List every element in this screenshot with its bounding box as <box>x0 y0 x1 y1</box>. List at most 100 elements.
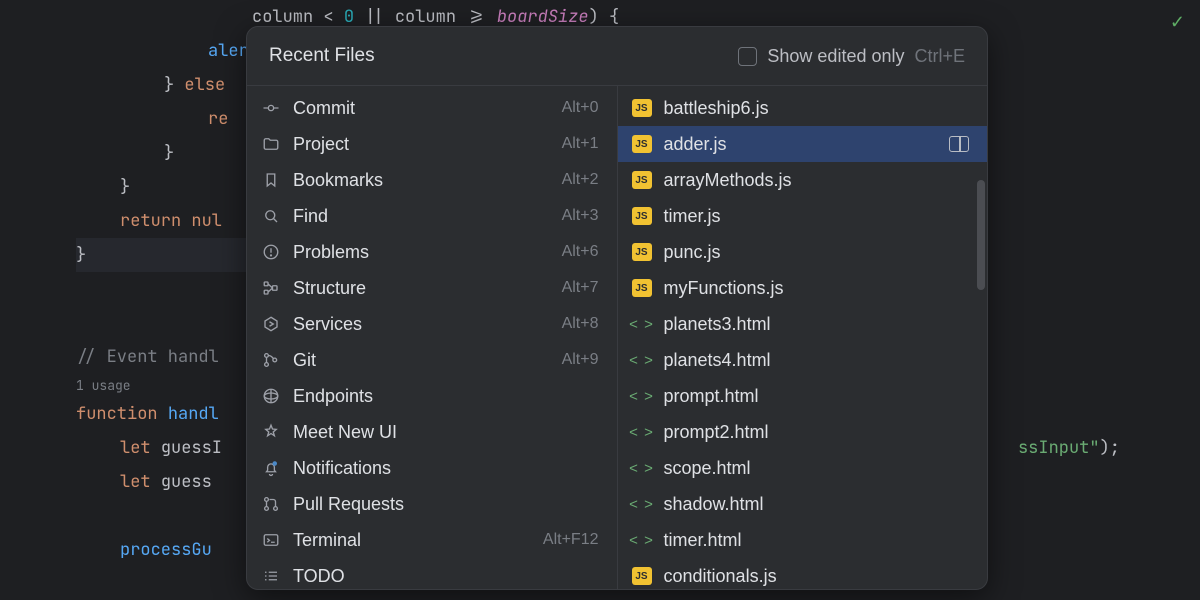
file-name: prompt.html <box>664 386 759 407</box>
file-item[interactable]: < > scope.html <box>618 450 988 486</box>
tool-item-newui[interactable]: Meet New UI <box>247 414 617 450</box>
tool-label: Structure <box>293 278 366 299</box>
todo-icon <box>261 566 281 586</box>
pullrequests-icon <box>261 494 281 514</box>
file-item[interactable]: < > planets3.html <box>618 306 988 342</box>
tool-label: Problems <box>293 242 369 263</box>
tool-label: Pull Requests <box>293 494 404 515</box>
html-file-icon: < > <box>632 314 652 334</box>
tool-label: Terminal <box>293 530 361 551</box>
tool-label: TODO <box>293 566 345 587</box>
find-icon <box>261 206 281 226</box>
show-edited-only-toggle[interactable]: Show edited only Ctrl+E <box>738 46 965 67</box>
file-item[interactable]: JS punc.js <box>618 234 988 270</box>
inspection-ok-icon: ✓ <box>1170 12 1185 33</box>
file-name: timer.js <box>664 206 721 227</box>
tool-item-git[interactable]: Git Alt+9 <box>247 342 617 378</box>
file-name: conditionals.js <box>664 566 777 587</box>
html-file-icon: < > <box>632 530 652 550</box>
project-icon <box>261 134 281 154</box>
html-file-icon: < > <box>632 458 652 478</box>
popup-header: Recent Files Show edited only Ctrl+E <box>247 27 987 85</box>
file-item[interactable]: < > timer.html <box>618 522 988 558</box>
tool-windows-pane[interactable]: Commit Alt+0 Project Alt+1 Bookmarks Alt+2 Fin… <box>247 86 618 589</box>
js-file-icon: JS <box>632 171 652 189</box>
js-file-icon: JS <box>632 279 652 297</box>
tool-item-find[interactable]: FindAlt+3 <box>247 198 617 234</box>
show-edited-only-label: Show edited only <box>767 46 904 67</box>
tool-shortcut: Alt+1 <box>562 135 599 153</box>
js-file-icon: JS <box>632 567 652 585</box>
tool-label: Find <box>293 206 328 227</box>
tool-item-notifications[interactable]: Notifications <box>247 450 617 486</box>
tool-item-structure[interactable]: Structure Alt+7 <box>247 270 617 306</box>
problems-icon <box>261 242 281 262</box>
endpoints-icon <box>261 386 281 406</box>
file-item[interactable]: JS battleship6.js <box>618 90 988 126</box>
tool-label: Services <box>293 314 362 335</box>
tool-item-problems[interactable]: Problems Alt+6 <box>247 234 617 270</box>
js-file-icon: JS <box>632 243 652 261</box>
html-file-icon: < > <box>632 386 652 406</box>
tool-shortcut: Alt+7 <box>562 279 599 297</box>
scrollbar-thumb[interactable] <box>977 180 985 290</box>
tool-shortcut: Alt+6 <box>562 243 599 261</box>
js-file-icon: JS <box>632 207 652 225</box>
html-file-icon: < > <box>632 422 652 442</box>
git-icon <box>261 350 281 370</box>
file-item[interactable]: JSarrayMethods.js <box>618 162 988 198</box>
popup-body: Commit Alt+0 Project Alt+1 Bookmarks Alt+2 Fin… <box>247 85 987 589</box>
file-name: punc.js <box>664 242 721 263</box>
recent-files-pane[interactable]: JS battleship6.js JS adder.js JSarrayMethods… <box>618 86 988 589</box>
terminal-icon <box>261 530 281 550</box>
file-item[interactable]: JSmyFunctions.js <box>618 270 988 306</box>
file-item[interactable]: < >planets4.html <box>618 342 988 378</box>
tool-item-pullrequests[interactable]: Pull Requests <box>247 486 617 522</box>
file-item[interactable]: JS adder.js <box>618 126 988 162</box>
tool-shortcut: Alt+0 <box>562 99 599 117</box>
services-icon <box>261 314 281 334</box>
file-name: adder.js <box>664 134 727 155</box>
js-file-icon: JS <box>632 135 652 153</box>
html-file-icon: < > <box>632 350 652 370</box>
tool-label: Bookmarks <box>293 170 383 191</box>
tool-label: Meet New UI <box>293 422 397 443</box>
file-name: battleship6.js <box>664 98 769 119</box>
tool-item-commit[interactable]: Commit Alt+0 <box>247 90 617 126</box>
html-file-icon: < > <box>632 494 652 514</box>
file-name: prompt2.html <box>664 422 769 443</box>
tool-shortcut: Alt+2 <box>562 171 599 189</box>
tool-label: Project <box>293 134 349 155</box>
file-item[interactable]: < > prompt.html <box>618 378 988 414</box>
bookmark-icon <box>261 170 281 190</box>
tool-label: Git <box>293 350 316 371</box>
split-right-icon[interactable] <box>949 136 969 152</box>
tool-shortcut: Alt+F12 <box>543 531 599 549</box>
file-name: planets3.html <box>664 314 771 335</box>
tool-item-services[interactable]: Services Alt+8 <box>247 306 617 342</box>
tool-label: Endpoints <box>293 386 373 407</box>
file-name: timer.html <box>664 530 742 551</box>
file-item[interactable]: JS timer.js <box>618 198 988 234</box>
commit-icon <box>261 98 281 118</box>
file-item[interactable]: JS conditionals.js <box>618 558 988 589</box>
tool-item-terminal[interactable]: Terminal Alt+F12 <box>247 522 617 558</box>
show-edited-only-shortcut: Ctrl+E <box>914 46 965 67</box>
tool-shortcut: Alt+9 <box>562 351 599 369</box>
file-item[interactable]: < >shadow.html <box>618 486 988 522</box>
newui-icon <box>261 422 281 442</box>
tool-shortcut: Alt+8 <box>562 315 599 333</box>
notifications-icon <box>261 458 281 478</box>
tool-item-bookmark[interactable]: Bookmarks Alt+2 <box>247 162 617 198</box>
structure-icon <box>261 278 281 298</box>
tool-item-project[interactable]: Project Alt+1 <box>247 126 617 162</box>
popup-title: Recent Files <box>269 45 375 67</box>
file-item[interactable]: < > prompt2.html <box>618 414 988 450</box>
checkbox-icon[interactable] <box>738 47 757 66</box>
file-name: scope.html <box>664 458 751 479</box>
js-file-icon: JS <box>632 99 652 117</box>
recent-files-popup: Recent Files Show edited only Ctrl+E Com… <box>246 26 988 590</box>
tool-item-endpoints[interactable]: Endpoints <box>247 378 617 414</box>
tool-item-todo[interactable]: TODO <box>247 558 617 589</box>
tool-label: Commit <box>293 98 355 119</box>
